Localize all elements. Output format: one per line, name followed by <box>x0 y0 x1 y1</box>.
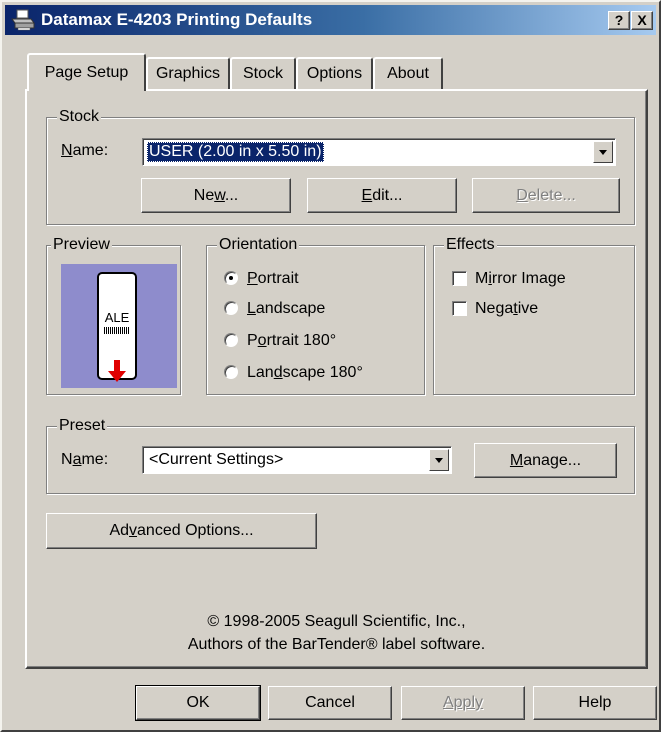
radio-label: Portrait <box>247 270 299 287</box>
title-bar[interactable]: Datamax E-4203 Printing Defaults ? X <box>5 5 656 35</box>
radio-button[interactable] <box>224 301 238 315</box>
tab-graphics[interactable]: Graphics <box>146 57 230 89</box>
stock-name-value: USER (2.00 in x 5.50 in) <box>147 142 324 162</box>
radio-button-checked[interactable] <box>224 271 238 285</box>
edit-stock-button[interactable]: Edit... <box>307 178 457 213</box>
radio-portrait[interactable]: Portrait <box>224 269 394 291</box>
advanced-options-button[interactable]: Advanced Options... <box>46 513 317 549</box>
label-preview-text: ALE <box>104 310 130 325</box>
checkbox-mirror-image[interactable]: Mirror Image <box>452 269 622 291</box>
radio-button[interactable] <box>224 365 238 379</box>
checkbox[interactable] <box>452 301 467 316</box>
preset-name-value: <Current Settings> <box>149 451 284 468</box>
radio-portrait-180[interactable]: Portrait 180° <box>224 331 394 353</box>
tab-stock[interactable]: Stock <box>230 57 296 89</box>
preview-group: Preview ALE <box>46 235 181 395</box>
preview-group-label: Preview <box>51 235 112 255</box>
checkbox-label: Negative <box>475 300 539 317</box>
radio-label: Landscape <box>247 300 326 317</box>
printer-icon <box>11 9 35 31</box>
radio-landscape[interactable]: Landscape <box>224 299 394 321</box>
delete-stock-button[interactable]: Delete... <box>472 178 620 213</box>
stock-group-label: Stock <box>57 107 102 127</box>
new-stock-button[interactable]: New... <box>141 178 291 213</box>
tab-label: Options <box>306 65 363 82</box>
tab-page-setup-active[interactable]: Page Setup <box>27 53 146 91</box>
orientation-group: Orientation Portrait Landscape Portrait … <box>206 235 425 395</box>
tab-label: Page Setup <box>44 64 129 81</box>
page-setup-panel: Stock Name: USER (2.00 in x 5.50 in) New… <box>25 89 648 669</box>
apply-button[interactable]: Apply <box>401 686 525 720</box>
effects-group: Effects Mirror Image Negative <box>433 235 635 395</box>
tab-options[interactable]: Options <box>296 57 373 89</box>
preset-name-select[interactable]: <Current Settings> <box>142 446 452 474</box>
stock-name-label: Name: <box>61 142 109 159</box>
tab-about[interactable]: About <box>373 57 443 89</box>
checkbox[interactable] <box>452 271 467 286</box>
radio-label: Landscape 180° <box>247 364 363 381</box>
dialog-window: Datamax E-4203 Printing Defaults ? X Pag… <box>0 0 661 732</box>
radio-landscape-180[interactable]: Landscape 180° <box>224 363 414 385</box>
chevron-down-icon[interactable] <box>593 141 613 163</box>
tab-label: Graphics <box>155 65 221 82</box>
copyright-line-1: © 1998-2005 Seagull Scientific, Inc., <box>207 613 466 630</box>
apply-button-label: Apply <box>442 694 484 711</box>
close-caption-button[interactable]: X <box>631 11 653 30</box>
orientation-group-label: Orientation <box>217 235 300 255</box>
checkbox-label: Mirror Image <box>475 270 566 287</box>
manage-preset-button[interactable]: Manage... <box>474 443 617 478</box>
help-caption-button[interactable]: ? <box>608 11 630 30</box>
stock-name-select[interactable]: USER (2.00 in x 5.50 in) <box>142 138 616 166</box>
window-title: Datamax E-4203 Printing Defaults <box>41 10 313 29</box>
radio-label: Portrait 180° <box>247 332 337 349</box>
effects-group-label: Effects <box>444 235 497 255</box>
cancel-button[interactable]: Cancel <box>268 686 392 720</box>
checkbox-negative[interactable]: Negative <box>452 299 622 321</box>
radio-button[interactable] <box>224 333 238 347</box>
copyright-line-2: Authors of the BarTender® label software… <box>187 636 486 653</box>
chevron-down-icon[interactable] <box>429 449 449 471</box>
preview-image: ALE <box>61 264 177 388</box>
ok-button[interactable]: OK <box>135 685 261 721</box>
barcode-icon <box>104 327 130 334</box>
preset-group-label: Preset <box>57 416 108 436</box>
preset-group: Preset Name: <Current Settings> Manage..… <box>46 416 635 494</box>
tab-label: Stock <box>242 65 283 82</box>
help-button[interactable]: Help <box>533 686 657 720</box>
tab-label: About <box>387 65 429 82</box>
preset-name-label: Name: <box>61 451 109 468</box>
arrow-down-icon <box>108 360 126 382</box>
stock-group: Stock Name: USER (2.00 in x 5.50 in) New… <box>46 107 635 225</box>
